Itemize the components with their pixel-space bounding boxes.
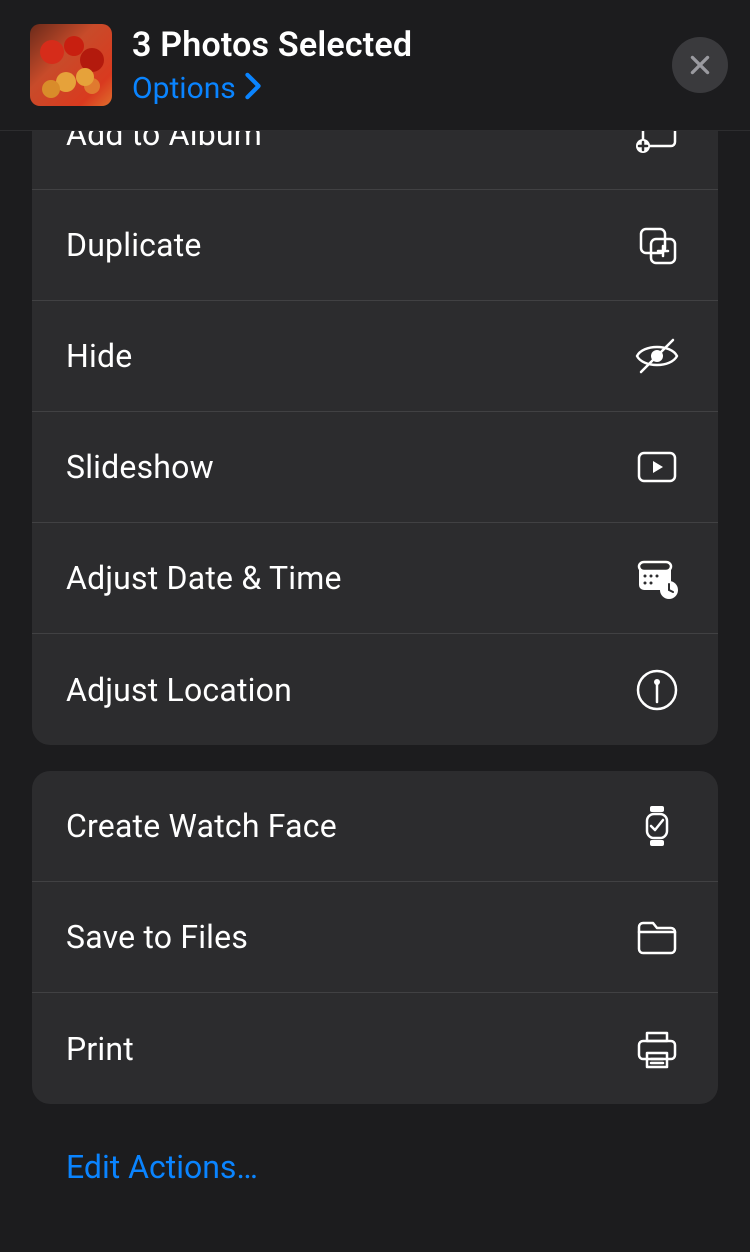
action-print[interactable]: Print	[32, 993, 718, 1104]
calendar-clock-icon	[630, 551, 684, 605]
sheet-header: 3 Photos Selected Options	[0, 0, 750, 131]
slideshow-icon	[630, 440, 684, 494]
folder-icon	[630, 910, 684, 964]
action-label: Adjust Location	[66, 671, 292, 709]
options-button[interactable]: Options	[132, 71, 652, 106]
close-button[interactable]	[672, 37, 728, 93]
action-group: Create Watch Face Save to Files Print	[32, 771, 718, 1104]
action-label: Duplicate	[66, 226, 202, 264]
action-save-to-files[interactable]: Save to Files	[32, 882, 718, 993]
action-group: Add to Album Duplicate Hide Slideshow	[32, 131, 718, 745]
chevron-right-icon	[244, 72, 262, 104]
watch-icon	[630, 799, 684, 853]
action-hide[interactable]: Hide	[32, 301, 718, 412]
options-label: Options	[132, 71, 236, 106]
action-label: Slideshow	[66, 448, 214, 486]
action-label: Create Watch Face	[66, 807, 337, 845]
action-duplicate[interactable]: Duplicate	[32, 190, 718, 301]
edit-actions-button[interactable]: Edit Actions…	[32, 1130, 718, 1206]
action-label: Hide	[66, 337, 132, 375]
action-label: Adjust Date & Time	[66, 559, 342, 597]
share-sheet: 3 Photos Selected Options Add to Album	[0, 0, 750, 1252]
printer-icon	[630, 1022, 684, 1076]
actions-scroll-area[interactable]: Add to Album Duplicate Hide Slideshow	[0, 131, 750, 1252]
action-label: Add to Album	[66, 131, 262, 153]
action-adjust-location[interactable]: Adjust Location	[32, 634, 718, 745]
action-label: Save to Files	[66, 918, 248, 956]
header-text: 3 Photos Selected Options	[132, 25, 652, 106]
sheet-title: 3 Photos Selected	[132, 25, 652, 65]
duplicate-icon	[630, 218, 684, 272]
action-label: Print	[66, 1030, 134, 1068]
action-create-watch-face[interactable]: Create Watch Face	[32, 771, 718, 882]
edit-actions-label: Edit Actions…	[66, 1148, 258, 1186]
action-add-to-album[interactable]: Add to Album	[32, 131, 718, 190]
hide-icon	[630, 329, 684, 383]
action-slideshow[interactable]: Slideshow	[32, 412, 718, 523]
action-adjust-date-time[interactable]: Adjust Date & Time	[32, 523, 718, 634]
add-to-album-icon	[630, 131, 684, 161]
location-pin-icon	[630, 663, 684, 717]
selected-photo-thumbnail[interactable]	[30, 24, 112, 106]
